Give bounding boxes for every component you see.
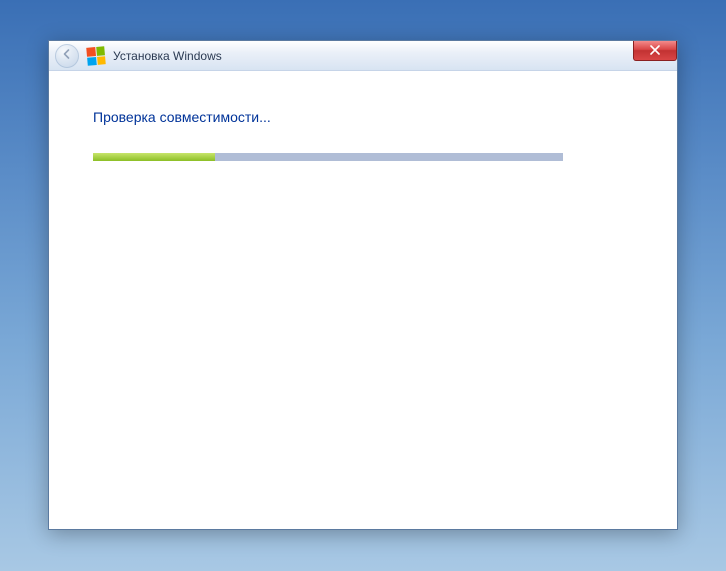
window-titlebar: Установка Windows <box>49 41 677 71</box>
windows-flag-icon <box>86 46 106 66</box>
progress-bar <box>93 153 563 161</box>
window-content: Проверка совместимости... <box>49 71 677 529</box>
window-title: Установка Windows <box>113 49 222 63</box>
status-heading: Проверка совместимости... <box>93 109 633 125</box>
installer-window: Установка Windows Проверка совместимости… <box>48 40 678 530</box>
progress-fill <box>93 153 215 161</box>
back-button[interactable] <box>55 44 79 68</box>
desktop-background: Установка Windows Проверка совместимости… <box>0 0 726 571</box>
arrow-left-icon <box>61 47 73 65</box>
close-button[interactable] <box>633 41 677 61</box>
close-icon <box>650 42 660 60</box>
